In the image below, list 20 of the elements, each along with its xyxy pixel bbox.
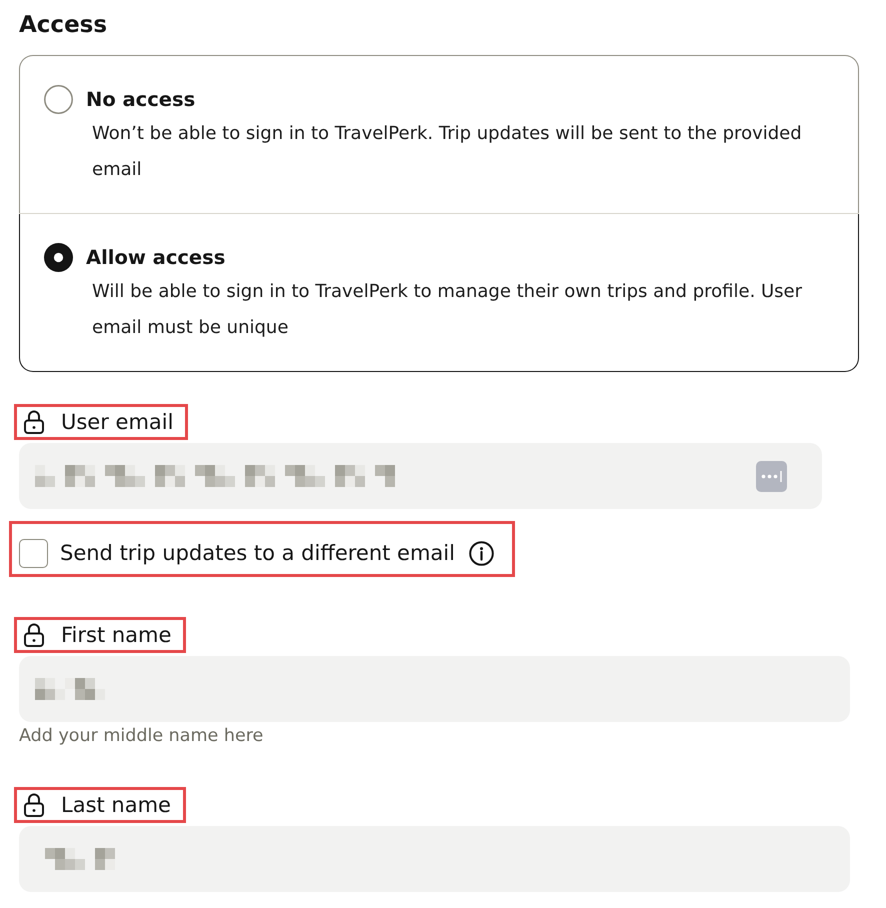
input-field[interactable]: [19, 443, 822, 509]
field-label: First name: [61, 622, 172, 649]
helper-text: Add your middle name here: [19, 725, 264, 748]
access-option[interactable]: Allow access Will be able to sign in to TravelPerk to manage their own trips and profile. User email must be unique: [19, 214, 859, 372]
input-field[interactable]: [19, 656, 850, 722]
option-title: No access: [86, 87, 196, 113]
field-label: Last name: [61, 792, 171, 819]
option-description: Won’t be able to sign in to TravelPerk. Trip updates will be sent to the provided email: [92, 122, 803, 182]
info-icon[interactable]: [468, 540, 494, 566]
radio-button[interactable]: [44, 85, 73, 114]
field-label: User email: [61, 409, 174, 436]
option-description: Will be able to sign in to TravelPerk to manage their own trips and profile. User email must be unique: [92, 280, 804, 340]
section-title: Access: [19, 11, 108, 40]
input-field[interactable]: [19, 826, 850, 892]
checkbox[interactable]: [19, 538, 48, 568]
option-title: Allow access: [86, 245, 226, 271]
password-dots-icon[interactable]: [756, 460, 787, 492]
radio-button[interactable]: [44, 243, 73, 272]
checkbox-label: Send trip updates to a different email: [60, 540, 455, 567]
access-option[interactable]: No access Won’t be able to sign in to TravelPerk. Trip updates will be sent to the provided email: [19, 55, 859, 213]
